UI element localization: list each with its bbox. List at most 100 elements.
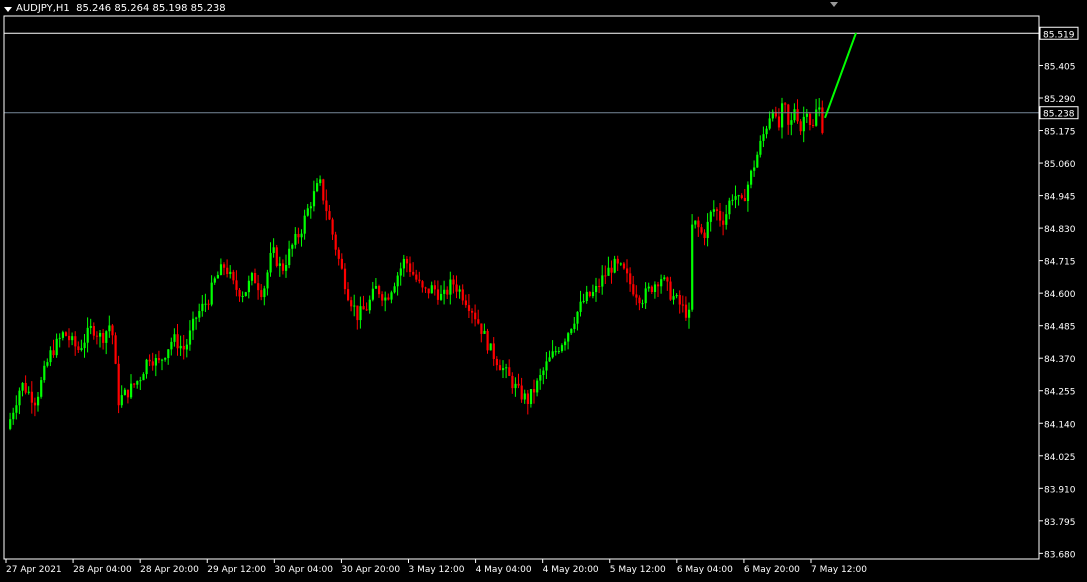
- candle-body: [331, 219, 334, 235]
- candle-body: [27, 391, 30, 393]
- candle-body: [768, 118, 771, 129]
- candle-body: [347, 289, 350, 301]
- candle-body: [139, 380, 142, 382]
- candle-body: [743, 197, 746, 202]
- candle-body: [40, 380, 43, 397]
- candle-body: [722, 220, 725, 225]
- candle-body: [49, 350, 52, 363]
- candle-body: [756, 154, 759, 168]
- x-tick-label: 4 May 04:00: [476, 565, 532, 575]
- y-tick-label: 85.060: [1044, 160, 1076, 170]
- candle-body: [610, 267, 613, 273]
- candle-body: [154, 358, 157, 366]
- candle-body: [204, 303, 207, 305]
- candle-body: [303, 215, 306, 234]
- x-tick-label: 30 Apr 04:00: [274, 565, 333, 575]
- candle-body: [781, 103, 784, 128]
- x-tick-label: 29 Apr 12:00: [207, 565, 266, 575]
- candle-body: [201, 303, 204, 312]
- plot-frame: [3, 15, 1040, 560]
- candle-body: [89, 326, 92, 328]
- candle-body: [195, 317, 198, 319]
- candle-body: [161, 359, 164, 361]
- candle-body: [136, 381, 139, 385]
- y-tick-label: 84.715: [1044, 258, 1076, 268]
- candle-body: [576, 311, 579, 324]
- candle-body: [52, 350, 55, 356]
- candle-body: [319, 179, 322, 184]
- candle-body: [12, 412, 15, 420]
- candle-body: [260, 290, 263, 298]
- candle-body: [77, 346, 80, 351]
- candle-layer: [9, 97, 824, 431]
- candle-body: [294, 233, 297, 245]
- candle-body: [415, 274, 418, 280]
- candle-body: [306, 208, 309, 216]
- candle-body: [790, 120, 793, 125]
- candle-body: [666, 277, 669, 282]
- candle-body: [737, 195, 740, 197]
- x-tick-label: 30 Apr 20:00: [341, 565, 400, 575]
- candle-body: [117, 363, 120, 406]
- candle-body: [167, 349, 170, 359]
- candle-body: [229, 271, 232, 275]
- x-tick-label: 3 May 12:00: [409, 565, 465, 575]
- candle-body: [108, 325, 111, 332]
- candle-body: [483, 330, 486, 334]
- candle-body: [192, 318, 195, 331]
- candle-body: [43, 365, 46, 381]
- candle-body: [92, 326, 95, 336]
- candle-body: [297, 233, 300, 238]
- candle-body: [560, 345, 564, 352]
- candle-body: [709, 211, 712, 222]
- candle-body: [353, 305, 356, 307]
- candle-body: [526, 393, 529, 405]
- candle-body: [238, 289, 241, 297]
- candle-body: [706, 221, 709, 239]
- x-tick-label: 7 May 12:00: [811, 565, 867, 575]
- candle-body: [480, 323, 483, 334]
- candle-body: [58, 337, 61, 339]
- candle-body: [632, 284, 635, 295]
- candle-body: [715, 209, 719, 211]
- candle-body: [734, 196, 737, 200]
- candle-body: [672, 296, 675, 300]
- candle-body: [64, 332, 68, 336]
- candle-body: [582, 300, 585, 302]
- candle-body: [130, 383, 133, 398]
- candle-body: [796, 109, 799, 122]
- candle-body: [21, 382, 24, 391]
- candle-body: [731, 199, 734, 201]
- candle-body: [613, 258, 616, 273]
- candle-body: [83, 342, 86, 349]
- candle-body: [486, 330, 489, 351]
- candle-body: [412, 271, 415, 275]
- y-tick-label: 83.680: [1044, 550, 1076, 560]
- candle-body: [446, 289, 449, 295]
- candle-body: [378, 286, 381, 295]
- candle-body: [539, 375, 542, 381]
- candle-body: [390, 292, 393, 300]
- candle-body: [213, 278, 216, 283]
- candle-body: [508, 367, 511, 376]
- candle-body: [405, 258, 409, 264]
- candle-body: [495, 358, 498, 366]
- candle-body: [675, 295, 678, 297]
- candle-body: [548, 357, 551, 362]
- candle-body: [170, 341, 173, 350]
- candle-body: [244, 292, 247, 296]
- chart-area[interactable]: AUDJPY,H1 85.246 85.264 85.198 85.238 85…: [0, 0, 1087, 582]
- candle-body: [703, 232, 706, 239]
- candle-body: [15, 405, 18, 413]
- candle-body: [588, 291, 591, 297]
- x-tick-label: 28 Apr 20:00: [140, 565, 199, 575]
- x-tick-label: 5 May 12:00: [610, 565, 666, 575]
- candle-body: [681, 304, 684, 306]
- y-tick-label: 85.405: [1044, 62, 1076, 72]
- candle-body: [619, 263, 622, 265]
- candle-body: [399, 268, 402, 276]
- price-label: 85.519: [1043, 30, 1075, 40]
- y-tick-label: 84.025: [1044, 453, 1076, 463]
- candle-body: [241, 295, 244, 297]
- candle-body: [765, 128, 768, 135]
